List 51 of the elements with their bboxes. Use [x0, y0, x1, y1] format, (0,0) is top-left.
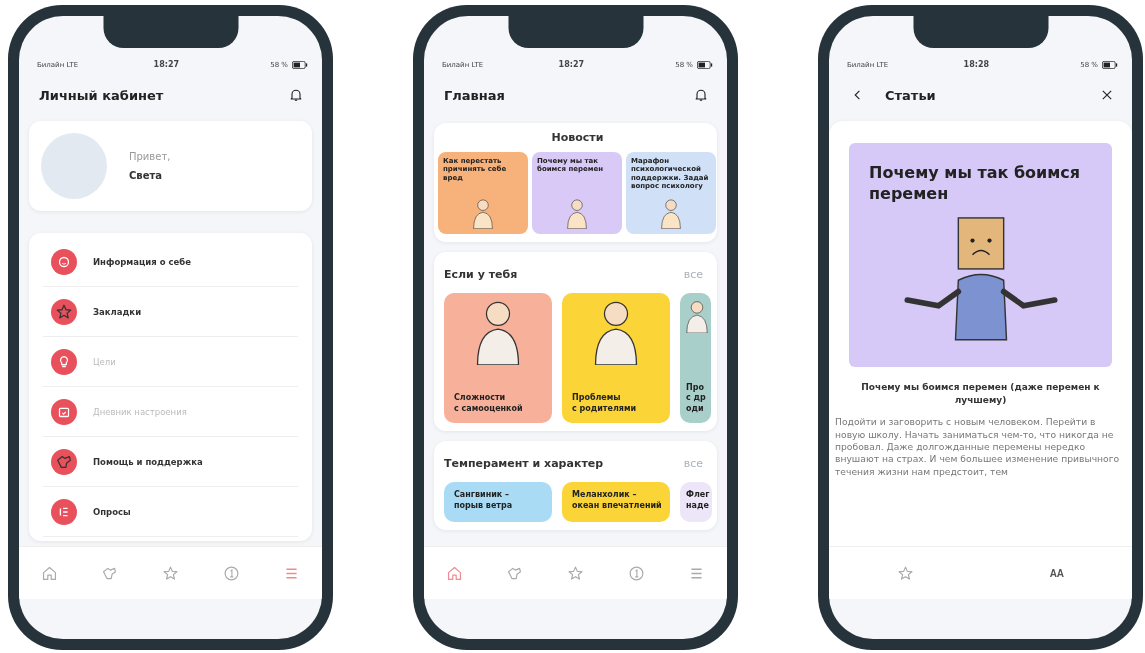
menu-item[interactable]: Помощь и поддержка — [43, 437, 298, 487]
topic-card[interactable]: Меланхолик – океан впечатлений — [562, 482, 670, 522]
status-time: 18:27 — [153, 60, 181, 69]
person-drawing — [473, 199, 493, 229]
screen-title: Личный кабинет — [39, 87, 165, 103]
person-drawing — [567, 199, 587, 229]
font-size-button[interactable]: AA — [1047, 565, 1067, 581]
topic-card-title: Проблемы с родителями — [572, 393, 638, 415]
person-drawing — [594, 301, 638, 365]
battery-icon — [292, 60, 308, 69]
battery-icon — [1102, 60, 1118, 69]
star-icon — [162, 564, 179, 582]
topic-card[interactable]: Сангвиник – порыв ветра — [444, 482, 552, 522]
topic-card[interactable]: Про с др оди — [680, 293, 711, 423]
home-icon — [40, 564, 58, 582]
topic-card-title: Флег наде — [686, 490, 710, 512]
topic-card-title: Сложности с самооценкой — [454, 393, 524, 415]
topic-card[interactable]: Сложности с самооценкой — [444, 293, 552, 423]
screen-title: Статьи — [885, 87, 937, 103]
person-drawing — [686, 301, 708, 333]
topic-card-title: Про с др оди — [686, 382, 707, 415]
star-icon — [567, 564, 584, 582]
bell-icon — [288, 87, 304, 103]
topic-card[interactable]: Флег наде — [680, 482, 713, 522]
close-icon — [1100, 88, 1114, 102]
section-title: Если у тебя — [444, 268, 518, 281]
topic-card[interactable]: Проблемы с родителями — [562, 293, 670, 423]
user-name: Света — [129, 170, 163, 181]
person-drawing — [661, 199, 681, 229]
menu-item[interactable]: Информация о себе — [43, 237, 298, 287]
article-title: Почему мы боимся перемен (даже перемен к лучшему) — [860, 381, 1101, 407]
menu-item[interactable]: Закладки — [43, 287, 298, 337]
person-drawing — [476, 301, 520, 365]
article-text: Подойти и заговорить с новым человеком. Перейти в новую школу. Начать заниматься чем-то, что никогда не пробовал. Даже долгожданные перемены нередко внушают на страх. И чем большее изменение привычного течения жизни нам предстоит, тем — [835, 416, 1121, 479]
info-icon — [222, 564, 240, 582]
menu-item[interactable]: Опросы — [43, 487, 298, 537]
star-icon — [55, 302, 73, 321]
info-icon — [627, 564, 645, 582]
topic-card-title: Меланхолик – океан впечатлений — [572, 490, 660, 512]
battery-icon — [697, 60, 713, 69]
bell-icon — [693, 87, 709, 103]
status-time: 18:27 — [558, 60, 586, 69]
home-icon — [445, 564, 463, 582]
screen-title: Главная — [444, 87, 506, 103]
cover-title: Почему мы так боимся перемен — [869, 163, 1082, 205]
greeting-text: Привет, — [129, 151, 171, 162]
section-title: Темперамент и характер — [444, 457, 604, 470]
topic-card-title: Сангвиник – порыв ветра — [454, 490, 514, 512]
section-title: Новости — [550, 131, 605, 144]
star-icon — [896, 564, 914, 582]
status-time: 18:28 — [963, 60, 991, 69]
